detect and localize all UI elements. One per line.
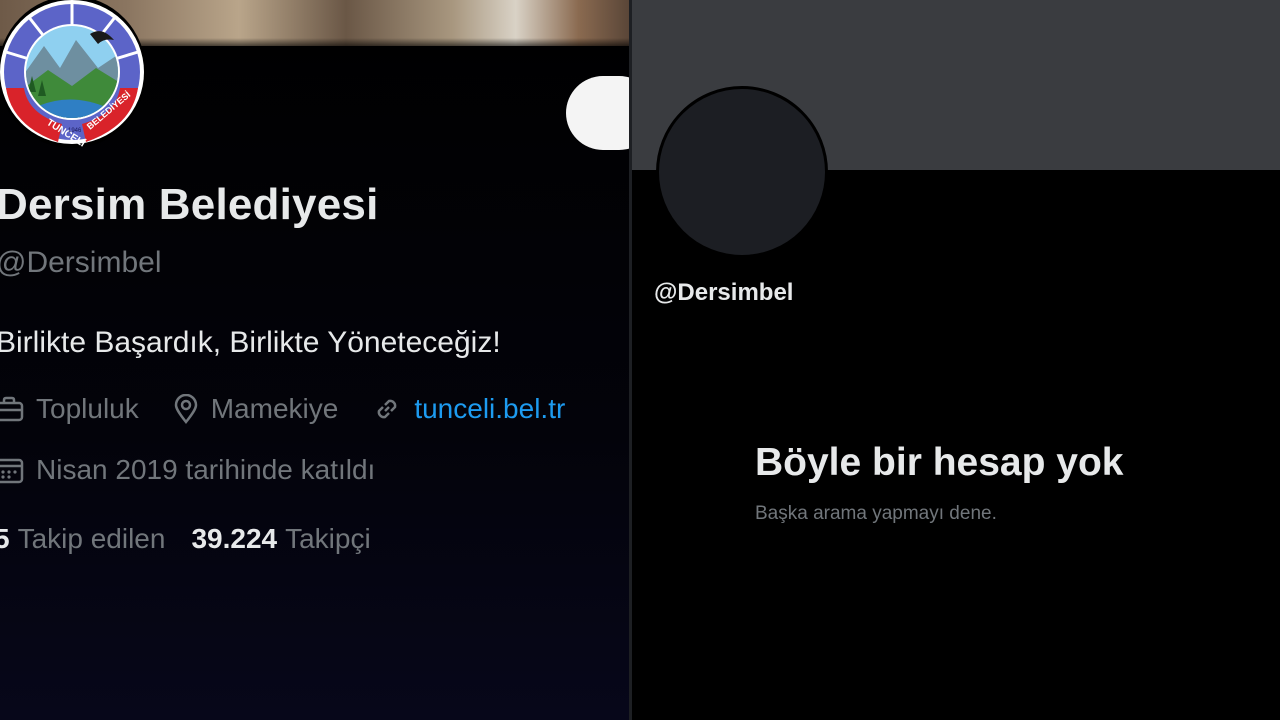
calendar-icon (0, 458, 24, 484)
profile-bio: Birlikte Başardık, Birlikte Yöneteceğiz! (0, 326, 501, 359)
profile-meta-row: Topluluk Mamekiye tunceli.bel.tr (0, 389, 599, 429)
profile-action-button[interactable] (566, 76, 629, 150)
profile-location-label: Mamekiye (210, 393, 339, 424)
briefcase-icon (0, 396, 24, 422)
logo-year: 1946 (68, 128, 82, 134)
profile-joined: Nisan 2019 tarihinde katıldı (0, 450, 375, 490)
profile-joined-label: Nisan 2019 tarihinde katıldı (36, 454, 376, 485)
not-found-subtitle: Başka arama yapmayı dene. (755, 503, 997, 524)
following-count: 5 (0, 523, 10, 554)
link-icon (377, 399, 397, 419)
municipality-logo: TUNCELİ BELEDİYESİ 1946 (0, 0, 144, 148)
profile-panel-existing: TUNCELİ BELEDİYESİ 1946 Dersim Belediyes… (0, 0, 629, 720)
profile-avatar[interactable]: TUNCELİ BELEDİYESİ 1946 (0, 0, 146, 148)
profile-category: Topluluk (0, 393, 139, 425)
not-found-title: Böyle bir hesap yok (755, 441, 1124, 484)
profile-website[interactable]: tunceli.bel.tr (372, 393, 565, 425)
profile-handle-not-found: @Dersimbel (654, 279, 794, 306)
followers-link[interactable]: 39.224 Takipçi (191, 523, 370, 555)
profile-follow-stats: 5 Takip edilen 39.224 Takipçi (0, 519, 397, 559)
profile-handle: @Dersimbel (0, 246, 162, 279)
placeholder-avatar (656, 86, 828, 258)
following-link[interactable]: 5 Takip edilen (0, 523, 165, 555)
following-label: Takip edilen (17, 523, 166, 554)
profile-panel-not-found: @Dersimbel Böyle bir hesap yok Başka ara… (632, 0, 1280, 720)
followers-count: 39.224 (191, 523, 278, 554)
followers-label: Takipçi (285, 523, 371, 554)
profile-display-name: Dersim Belediyesi (0, 180, 379, 229)
profile-category-label: Topluluk (36, 393, 139, 424)
profile-website-link[interactable]: tunceli.bel.tr (414, 393, 565, 425)
location-pin-icon (174, 394, 197, 424)
profile-location: Mamekiye (173, 393, 339, 425)
